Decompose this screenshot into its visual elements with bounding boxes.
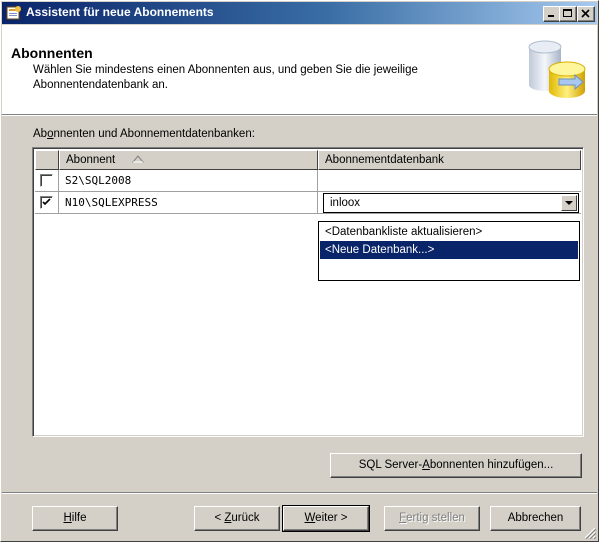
table-row[interactable]: S2\SQL2008 xyxy=(35,170,581,192)
subscriber-cell: S2\SQL2008 xyxy=(59,170,318,191)
wizard-app-icon xyxy=(6,6,21,20)
cancel-button[interactable]: Abbrechen xyxy=(490,506,581,531)
finish-button[interactable]: Fertig stellen xyxy=(384,506,480,531)
wizard-header: Abonnenten Wählen Sie mindestens einen A… xyxy=(2,25,597,115)
database-combobox[interactable]: inloox xyxy=(323,193,579,213)
window-title: Assistent für neue Abonnements xyxy=(26,5,214,19)
maximize-button[interactable] xyxy=(559,6,577,22)
title-bar[interactable]: Assistent für neue Abonnements xyxy=(2,2,597,24)
back-button[interactable]: < Zurück xyxy=(194,506,280,531)
dropdown-option-new-database[interactable]: <Neue Datenbank...> xyxy=(320,241,578,259)
checkmark-icon xyxy=(42,198,51,206)
footer-separator xyxy=(2,492,597,494)
help-button[interactable]: Hilfe xyxy=(32,506,118,531)
subscribers-grid[interactable]: Abonnent Abonnementdatenbank S2\SQL2008 … xyxy=(32,147,584,437)
dropdown-arrow-icon xyxy=(565,201,573,205)
next-button[interactable]: Weiter > xyxy=(282,505,370,532)
grid-header-database[interactable]: Abonnementdatenbank xyxy=(318,150,581,170)
grid-header-subscriber[interactable]: Abonnent xyxy=(59,150,318,170)
minimize-icon xyxy=(548,15,554,17)
page-description: Wählen Sie mindestens einen Abonnenten a… xyxy=(33,64,418,91)
maximize-icon xyxy=(563,9,572,17)
add-sql-server-subscribers-button[interactable]: SQL Server-Abonnenten hinzufügen... xyxy=(330,453,582,478)
subscribers-list-label: Abonnenten und Abonnementdatenbanken: xyxy=(33,128,255,140)
database-header-icon xyxy=(528,40,586,98)
close-icon xyxy=(581,9,590,18)
row-checkbox[interactable] xyxy=(40,174,53,187)
close-button[interactable] xyxy=(577,6,595,22)
sort-ascending-icon xyxy=(132,155,145,163)
database-combobox-value: inloox xyxy=(330,197,361,209)
page-title: Abonnenten xyxy=(11,45,93,61)
dropdown-option-refresh[interactable]: <Datenbankliste aktualisieren> xyxy=(320,223,578,241)
row-checkbox[interactable] xyxy=(40,196,53,209)
wizard-window: Assistent für neue Abonnements Abonnente… xyxy=(0,0,599,542)
header-separator xyxy=(2,114,597,116)
subscriber-cell: N10\SQLEXPRESS xyxy=(59,192,318,213)
grid-header-select xyxy=(35,150,59,170)
size-grip-icon[interactable] xyxy=(584,527,596,539)
database-dropdown-list[interactable]: <Datenbankliste aktualisieren> <Neue Dat… xyxy=(318,221,580,281)
combobox-dropdown-button[interactable] xyxy=(561,195,577,211)
table-row[interactable]: N10\SQLEXPRESS inloox xyxy=(35,192,581,214)
